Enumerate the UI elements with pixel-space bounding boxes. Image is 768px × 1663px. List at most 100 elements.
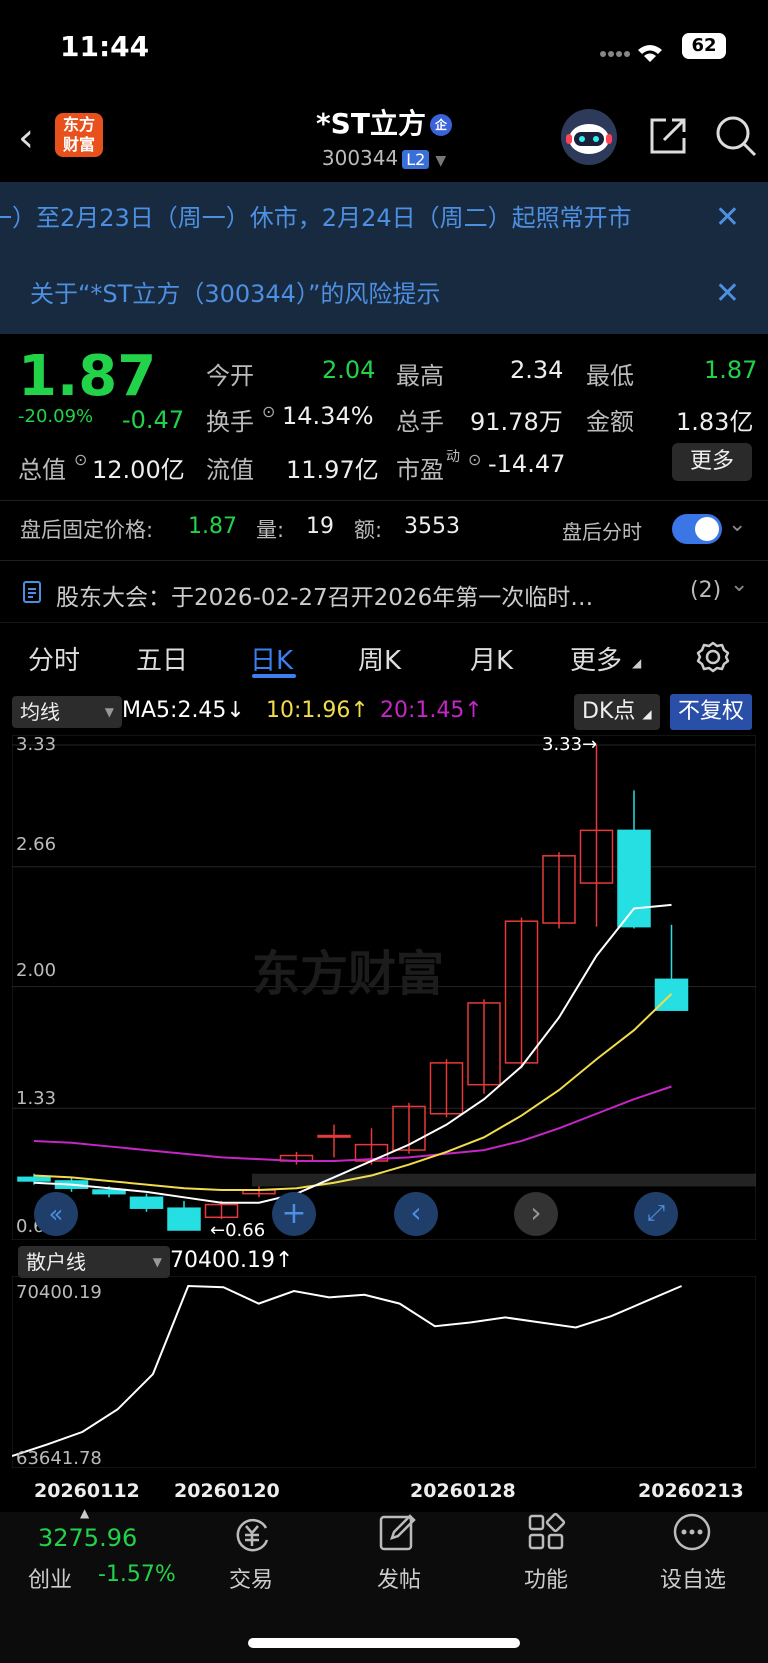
float-cap-label: 流值 (206, 456, 254, 484)
indicator-y-tick: 70400.19 (16, 1282, 102, 1303)
selector-label: 均线 (20, 700, 60, 724)
nav-post[interactable]: 发帖 (344, 1562, 454, 1594)
y-tick-label: 2.66 (16, 834, 57, 855)
close-icon[interactable]: ✕ (715, 254, 740, 334)
adjust-price-button[interactable]: 不复权 (670, 694, 752, 730)
sub-indicator-selector[interactable]: 散户线 ▼ (18, 1246, 170, 1278)
search-icon[interactable] (714, 114, 758, 158)
nav-functions[interactable]: 功能 (491, 1562, 601, 1594)
chevron-down-icon[interactable]: ⌄ (730, 572, 748, 597)
volume-value: 91.78万 (470, 408, 563, 436)
candle-body (617, 829, 651, 928)
tab-timeshare[interactable]: 分时 (28, 640, 80, 677)
indicator-line (12, 1284, 682, 1457)
robot-assistant-icon[interactable] (560, 108, 618, 166)
float-cap-value: 11.97亿 (286, 456, 379, 484)
tab-monthly-k[interactable]: 月K (470, 640, 513, 677)
total-cap-label: 总值 (18, 456, 66, 484)
indicator-value: 70400.19↑ (170, 1248, 294, 1273)
dropdown-caret-icon: ▼ (435, 153, 447, 169)
caret-icon: ▼ (152, 1255, 162, 1269)
banner-text: 关于“*ST立方（300344）”的风险提示 (30, 280, 441, 308)
after-hours-label: 盘后固定价格: (20, 518, 154, 542)
tab-daily-k[interactable]: 日K (250, 640, 293, 677)
y-tick-label: 3.33 (16, 734, 57, 755)
stock-name: *ST立方 (316, 107, 426, 140)
amount-value: 1.83亿 (676, 408, 754, 436)
banner-text: 一）至2月23日（周一）休市，2月24日（周二）起照常开市 (0, 204, 632, 232)
open-value: 2.04 (322, 356, 376, 384)
home-indicator (248, 1638, 520, 1648)
indicator-y-tick: 63641.78 (16, 1448, 102, 1469)
active-tab-indicator (252, 674, 296, 678)
candle-body (17, 1176, 51, 1182)
change-amount: -0.47 (122, 406, 185, 434)
nav-trade[interactable]: 交易 (196, 1562, 306, 1594)
current-price: 1.87 (18, 344, 157, 409)
tab-weekly-k[interactable]: 周K (358, 640, 401, 677)
notice-text[interactable]: 股东大会：于2026-02-27召开2026年第一次临时… (56, 578, 656, 612)
index-name[interactable]: 创业 (28, 1562, 72, 1594)
after-hours-amt: 3553 (404, 514, 460, 539)
amount-label: 金额 (586, 408, 634, 436)
chevron-down-icon[interactable]: ⌄ (728, 512, 746, 537)
settings-gear-icon[interactable] (696, 640, 730, 674)
market-holiday-banner[interactable]: 一）至2月23日（周一）休市，2月24日（周二）起照常开市 ✕ (0, 182, 768, 254)
level-badge: L2 (402, 150, 430, 169)
tab-more[interactable]: 更多 (570, 640, 622, 677)
after-hours-vol: 19 (306, 514, 334, 539)
signal-wifi-icon (600, 45, 662, 62)
indicator-selector[interactable]: 均线 ▼ (12, 696, 122, 728)
candle-body (92, 1189, 126, 1195)
trade-icon[interactable] (230, 1514, 274, 1554)
retail-line-chart[interactable] (12, 1276, 756, 1468)
info-icon[interactable]: ⊙ (262, 402, 275, 421)
caret-icon: ◢ (642, 707, 652, 721)
ma20-line (33, 1085, 672, 1162)
volume-label: 总手 (396, 408, 444, 436)
notice-count: (2) (690, 578, 722, 603)
document-icon (23, 581, 41, 603)
low-label: 最低 (586, 362, 634, 390)
caret-icon: ◢ (632, 656, 642, 670)
turnover-label: 换手 (206, 408, 254, 436)
after-hours-toggle[interactable] (672, 514, 722, 544)
index-value[interactable]: 3275.96 (38, 1524, 137, 1552)
after-hours-price: 1.87 (188, 514, 237, 539)
functions-icon[interactable] (526, 1512, 566, 1552)
scroll-left-fast-icon[interactable]: « (34, 1192, 78, 1236)
date-label: 20260213 (638, 1480, 744, 1502)
caret-icon: ▼ (104, 705, 114, 719)
after-hours-amt-label: 额: (354, 518, 383, 542)
post-icon[interactable] (378, 1512, 418, 1552)
info-icon[interactable]: ⊙ (74, 450, 87, 469)
scroll-right-icon[interactable]: › (514, 1192, 558, 1236)
ma10-value: 10:1.96↑ (266, 698, 369, 723)
close-icon[interactable]: ✕ (704, 198, 740, 238)
zoom-in-icon[interactable]: + (272, 1192, 316, 1236)
risk-warning-banner[interactable]: 关于“*ST立方（300344）”的风险提示 ✕ (0, 254, 768, 334)
ma20-value: 20:1.45↑ (380, 698, 483, 723)
ma5-value: MA5:2.45↓ (122, 698, 245, 723)
dk-point-button[interactable]: DK点 ◢ (574, 694, 660, 730)
candle-body (167, 1207, 201, 1231)
fullscreen-icon[interactable]: ⤢ (634, 1192, 678, 1236)
caret-up-icon: ▲ (80, 1506, 90, 1520)
more-dots-icon[interactable] (672, 1512, 712, 1552)
y-tick-label: 2.00 (16, 960, 57, 981)
share-icon[interactable] (648, 116, 688, 156)
stock-code: 300344 (321, 146, 399, 170)
date-label: 20260112 (34, 1480, 140, 1502)
after-hours-vol-label: 量: (256, 518, 285, 542)
scroll-left-icon[interactable]: ‹ (394, 1192, 438, 1236)
candle-body (317, 1134, 351, 1138)
info-icon[interactable]: ⊙ (468, 450, 481, 469)
date-label: 20260120 (174, 1480, 280, 1502)
nav-add-watchlist[interactable]: 设自选 (638, 1562, 748, 1594)
selector-label: 散户线 (26, 1250, 86, 1274)
more-button[interactable]: 更多 (672, 443, 752, 481)
candlestick-chart[interactable]: 东方财富 (12, 735, 756, 1240)
battery-indicator: 62 (682, 33, 726, 59)
pe-value: -14.47 (488, 450, 566, 478)
tab-five-day[interactable]: 五日 (136, 640, 188, 677)
